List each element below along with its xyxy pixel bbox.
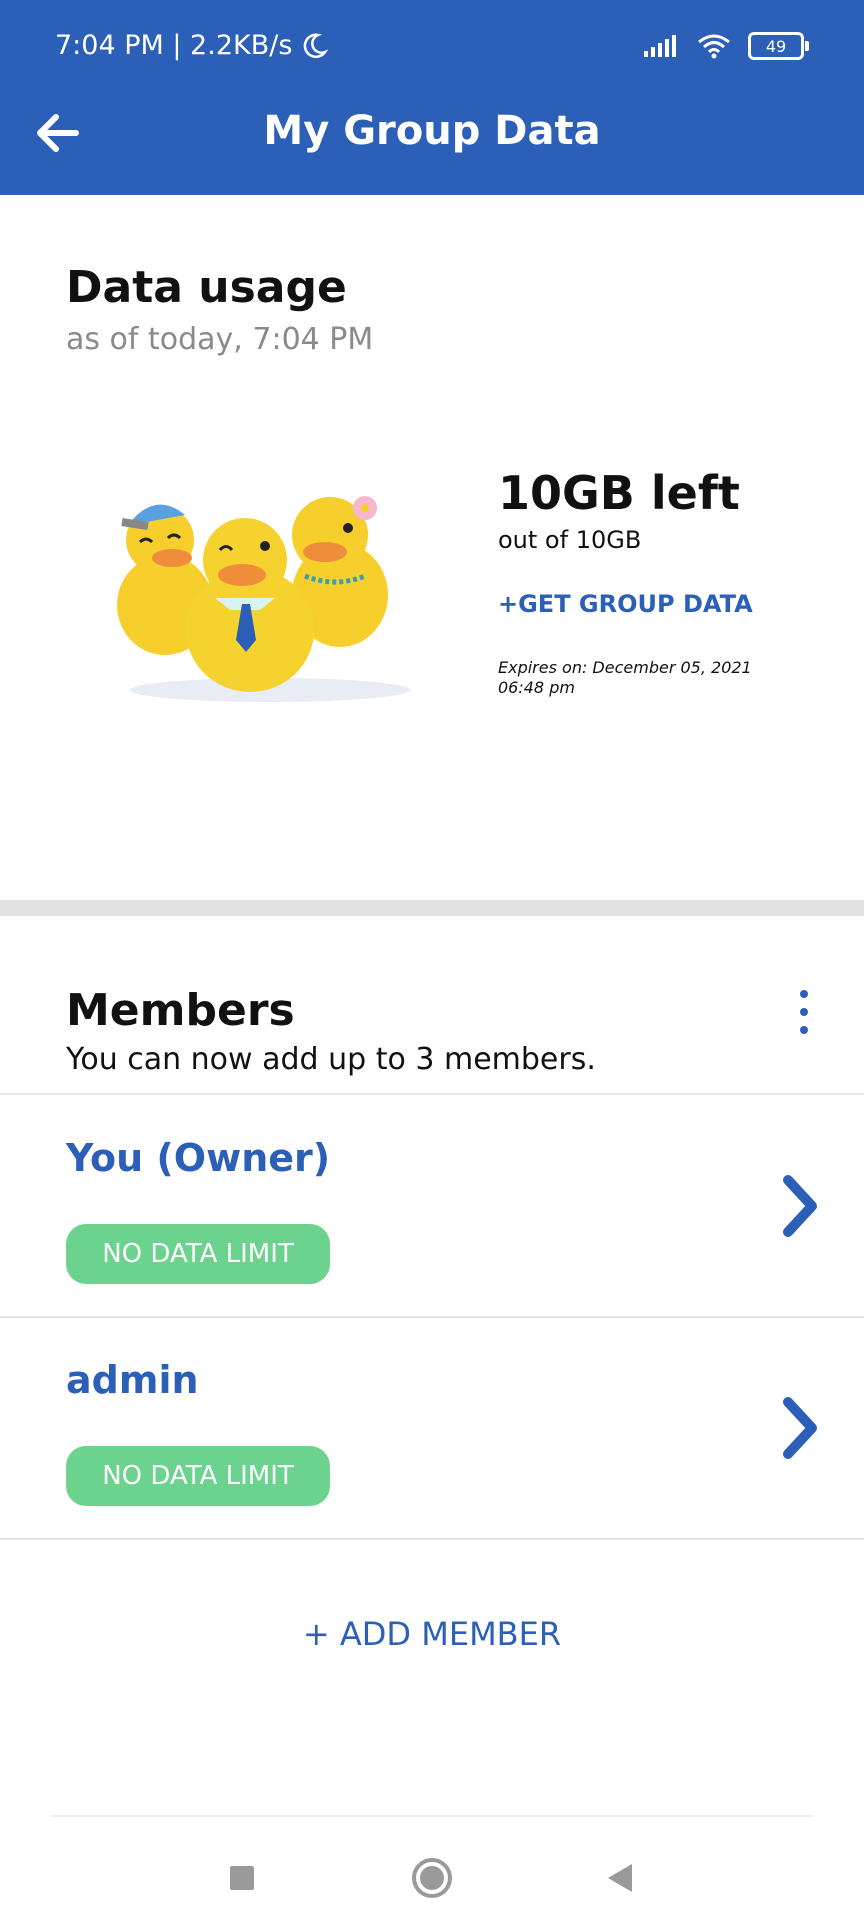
signal-icon bbox=[644, 35, 676, 57]
ducks-illustration bbox=[117, 496, 410, 702]
data-limit-badge: NO DATA LIMIT bbox=[66, 1224, 330, 1284]
page-title: My Group Data bbox=[263, 108, 601, 154]
recents-button[interactable] bbox=[212, 1848, 272, 1908]
home-button[interactable] bbox=[402, 1848, 462, 1908]
member-row-admin[interactable]: admin NO DATA LIMIT bbox=[0, 1318, 864, 1538]
data-usage-title: Data usage bbox=[66, 262, 347, 313]
battery-level: 49 bbox=[765, 36, 787, 56]
app-header: 7:04 PM | 2.2KB/s 49 My Group Data bbox=[0, 0, 864, 195]
member-name: You (Owner) bbox=[66, 1136, 331, 1180]
expiry-text: Expires on: December 05, 2021 06:48 pm bbox=[498, 658, 752, 697]
members-subtitle: You can now add up to 3 members. bbox=[66, 1042, 596, 1077]
row-divider bbox=[0, 1538, 864, 1540]
status-time: 7:04 PM | 2.2KB/s bbox=[55, 30, 293, 61]
battery-icon: 49 bbox=[748, 32, 809, 60]
system-back-button[interactable] bbox=[592, 1848, 652, 1908]
recents-square-icon bbox=[230, 1866, 254, 1890]
status-bar-right: 49 bbox=[642, 32, 809, 60]
member-row-owner[interactable]: You (Owner) NO DATA LIMIT bbox=[0, 1096, 864, 1316]
wifi-icon bbox=[698, 34, 730, 59]
home-circle-icon bbox=[412, 1858, 452, 1898]
kebab-menu-icon[interactable] bbox=[790, 990, 818, 1034]
chevron-right-icon bbox=[783, 1397, 817, 1459]
data-total-label: out of 10GB bbox=[498, 526, 642, 554]
data-left-amount: 10GB left bbox=[498, 466, 740, 520]
section-divider bbox=[0, 900, 864, 916]
members-title: Members bbox=[66, 985, 295, 1036]
get-group-data-link[interactable]: +GET GROUP DATA bbox=[498, 590, 753, 618]
row-divider bbox=[0, 1093, 864, 1095]
status-bar-left: 7:04 PM | 2.2KB/s bbox=[55, 30, 329, 61]
moon-icon bbox=[304, 33, 329, 58]
data-limit-badge: NO DATA LIMIT bbox=[66, 1446, 330, 1506]
chevron-right-icon bbox=[783, 1175, 817, 1237]
nav-divider bbox=[52, 1815, 812, 1817]
back-triangle-icon bbox=[608, 1864, 632, 1892]
data-usage-subtitle: as of today, 7:04 PM bbox=[66, 322, 374, 357]
add-member-button[interactable]: + ADD MEMBER bbox=[0, 1615, 864, 1653]
member-name: admin bbox=[66, 1358, 199, 1402]
system-nav-bar bbox=[0, 1840, 864, 1910]
